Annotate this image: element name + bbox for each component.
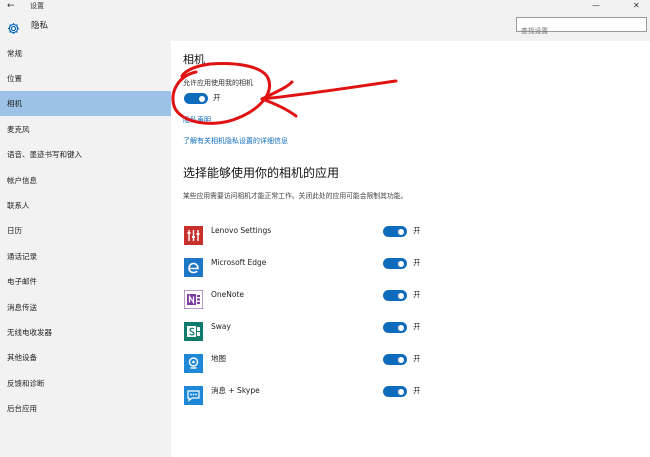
sidebar-item-radios[interactable]: 无线电收发器 (0, 320, 171, 345)
app-toggle[interactable] (383, 290, 407, 301)
lenovo-settings-icon (184, 226, 203, 245)
onenote-icon (183, 289, 204, 310)
toggle-knob (398, 356, 404, 363)
search-input[interactable] (517, 24, 643, 38)
sidebar-item-speech[interactable]: 语音、墨迹书写和键入 (0, 142, 171, 167)
app-name: Lenovo Settings (211, 226, 272, 235)
sidebar-item-contacts[interactable]: 联系人 (0, 193, 171, 218)
toggle-knob (398, 228, 404, 235)
page-title: 相机 (183, 53, 205, 66)
sidebar-item-account-info[interactable]: 帐户信息 (0, 168, 171, 193)
apps-description: 某些应用需要访问相机才能正常工作。关闭此处的应用可能会限制其功能。 (183, 192, 408, 200)
app-toggle[interactable] (383, 226, 407, 237)
app-name: Microsoft Edge (211, 258, 267, 267)
toggle-knob (398, 388, 404, 395)
search-box[interactable] (516, 17, 647, 38)
main-panel: 相机 允许应用使用我的相机 开 隐私声明 了解有关相机隐私设置的详细信息 选择能… (171, 41, 650, 457)
app-toggle-state: 开 (413, 290, 421, 299)
sidebar-item-call-history[interactable]: 通话记录 (0, 244, 171, 269)
gear-icon (7, 20, 20, 39)
privacy-statement-link[interactable]: 隐私声明 (183, 116, 211, 125)
skype-messaging-icon (184, 386, 203, 405)
maps-icon (184, 354, 203, 373)
allow-camera-label: 允许应用使用我的相机 (183, 79, 253, 87)
sidebar-item-microphone[interactable]: 麦克风 (0, 117, 171, 142)
toggle-knob (199, 95, 205, 102)
app-toggle[interactable] (383, 386, 407, 397)
allow-camera-toggle[interactable] (184, 93, 208, 104)
app-name: 消息 + Skype (211, 386, 260, 395)
app-toggle[interactable] (383, 354, 407, 365)
sidebar-item-calendar[interactable]: 日历 (0, 218, 171, 243)
back-arrow-icon[interactable]: ← (7, 1, 15, 12)
window-title: 设置 (30, 2, 44, 10)
edge-icon (184, 258, 203, 277)
toggle-knob (398, 260, 404, 267)
sidebar-item-messaging[interactable]: 消息传送 (0, 295, 171, 320)
sway-icon (184, 322, 203, 341)
settings-header: 隐私 (0, 13, 650, 41)
page-heading: 隐私 (31, 21, 49, 31)
app-toggle-state: 开 (413, 258, 421, 267)
toggle-knob (398, 324, 404, 331)
title-bar: ← 设置 — ✕ (0, 0, 650, 13)
sidebar-item-background-apps[interactable]: 后台应用 (0, 396, 171, 421)
app-name: Sway (211, 322, 231, 331)
app-toggle-state: 开 (413, 322, 421, 331)
app-toggle-state: 开 (413, 354, 421, 363)
sidebar-item-location[interactable]: 位置 (0, 66, 171, 91)
sidebar-item-feedback[interactable]: 反馈和诊断 (0, 371, 171, 396)
app-name: OneNote (211, 290, 245, 299)
app-name: 地图 (211, 354, 226, 363)
allow-camera-state: 开 (213, 93, 221, 102)
app-toggle[interactable] (383, 258, 407, 269)
minimize-button[interactable]: — (592, 0, 600, 12)
sidebar-item-other-devices[interactable]: 其他设备 (0, 345, 171, 370)
learn-more-link[interactable]: 了解有关相机隐私设置的详细信息 (183, 137, 288, 146)
apps-heading: 选择能够使用你的相机的应用 (183, 166, 340, 180)
app-toggle[interactable] (383, 322, 407, 333)
sidebar-item-email[interactable]: 电子邮件 (0, 269, 171, 294)
app-toggle-state: 开 (413, 226, 421, 235)
app-toggle-state: 开 (413, 386, 421, 395)
sidebar-item-camera[interactable]: 相机 (0, 91, 171, 116)
toggle-knob (398, 292, 404, 299)
close-button[interactable]: ✕ (633, 0, 640, 12)
sidebar: 常规 位置 相机 麦克风 语音、墨迹书写和键入 帐户信息 联系人 日历 通话记录… (0, 41, 171, 457)
sidebar-item-general[interactable]: 常规 (0, 41, 171, 66)
